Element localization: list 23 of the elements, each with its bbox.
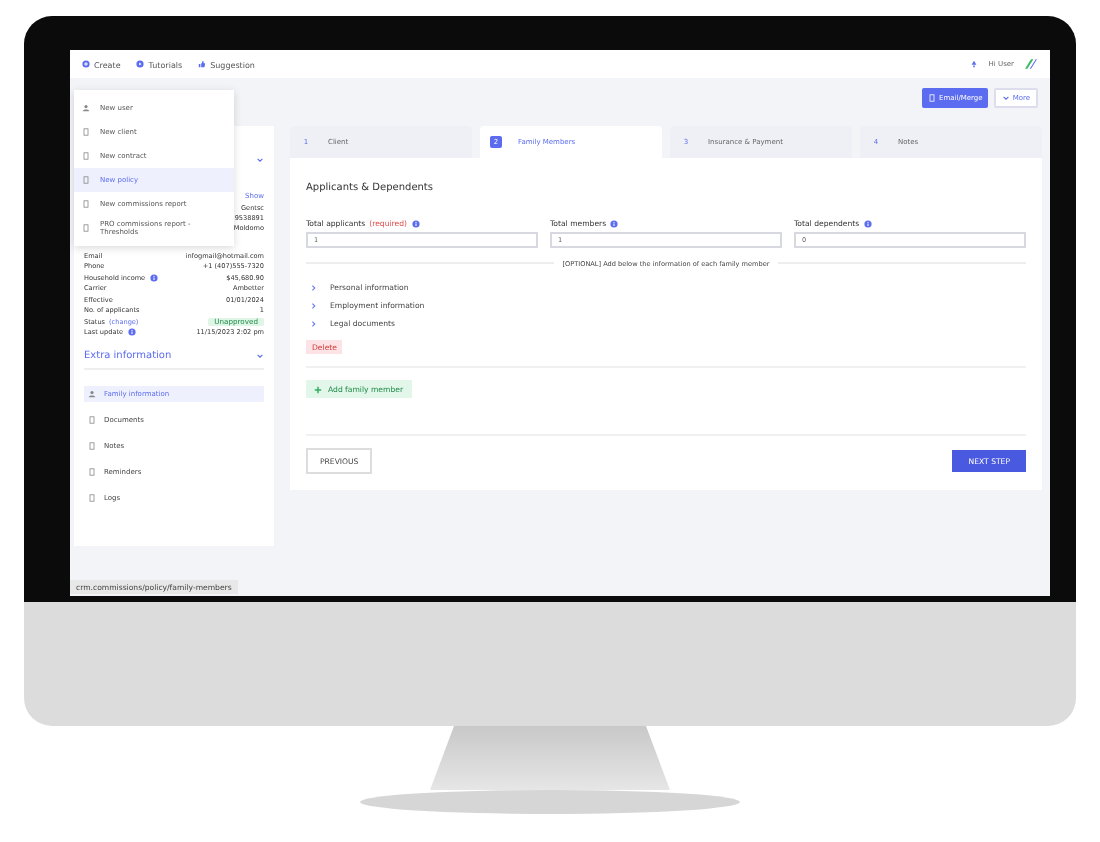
user-icon xyxy=(88,390,96,398)
info-icon xyxy=(127,328,136,337)
document-icon xyxy=(82,128,90,136)
document-icon xyxy=(82,176,90,184)
document-icon xyxy=(82,200,90,208)
info-icon xyxy=(411,219,419,227)
document-icon xyxy=(82,152,90,160)
document-icon xyxy=(88,442,96,450)
user-icon xyxy=(82,104,90,112)
info-icon xyxy=(610,219,619,227)
play-icon xyxy=(136,60,145,68)
document-icon xyxy=(82,224,90,232)
chevron-down-icon xyxy=(256,156,264,164)
document-icon xyxy=(88,416,96,424)
logo-icon xyxy=(1024,58,1038,70)
info-icon xyxy=(863,219,872,227)
document-icon xyxy=(928,94,937,102)
chevron-down-icon xyxy=(256,352,264,360)
document-icon xyxy=(88,468,96,476)
info-icon xyxy=(149,273,158,282)
thumbs-up-icon xyxy=(198,60,207,68)
caret-icon xyxy=(1002,94,1011,102)
document-icon xyxy=(88,494,96,502)
